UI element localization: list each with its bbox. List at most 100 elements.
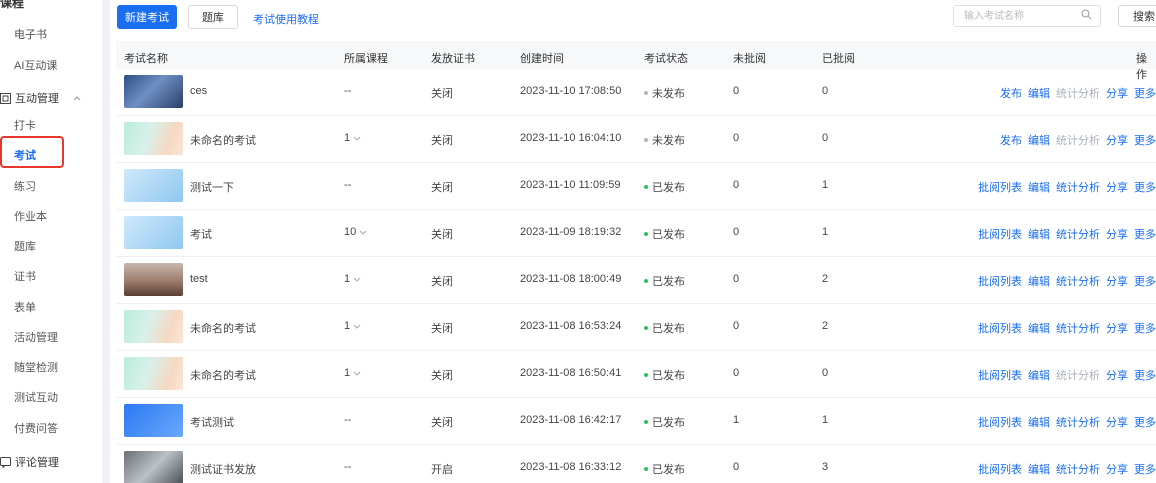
action-link[interactable]: 发布 bbox=[1000, 132, 1022, 148]
sidebar-item-ebook[interactable]: 电子书 bbox=[14, 26, 47, 42]
action-link[interactable]: 发布 bbox=[1000, 85, 1022, 101]
action-link[interactable]: 分享 bbox=[1106, 132, 1128, 148]
sidebar-group-comments[interactable]: 评论管理 bbox=[0, 454, 59, 470]
action-link[interactable]: 统计分析 bbox=[1056, 179, 1100, 195]
action-link[interactable]: 更多 bbox=[1134, 226, 1156, 242]
search-icon[interactable] bbox=[1081, 9, 1092, 23]
exam-name[interactable]: 未命名的考试 bbox=[190, 320, 256, 336]
sidebar-item-form[interactable]: 表单 bbox=[14, 299, 36, 315]
search-input[interactable] bbox=[962, 9, 1078, 23]
action-link[interactable]: 更多 bbox=[1134, 367, 1156, 383]
action-link[interactable]: 编辑 bbox=[1028, 226, 1050, 242]
sidebar-item-activity[interactable]: 活动管理 bbox=[14, 329, 58, 345]
table-row: test 1 关闭 2023-11-08 18:00:49 已发布 0 2 批阅列表 编辑 统计分… bbox=[116, 257, 1156, 304]
action-link[interactable]: 统计分析 bbox=[1056, 461, 1100, 477]
action-link[interactable]: 统计分析 bbox=[1056, 226, 1100, 242]
exam-thumbnail[interactable] bbox=[124, 404, 183, 437]
course-value: -- bbox=[344, 85, 352, 97]
exam-thumbnail[interactable] bbox=[124, 122, 183, 155]
exam-thumbnail[interactable] bbox=[124, 263, 183, 296]
action-link[interactable]: 分享 bbox=[1106, 226, 1128, 242]
action-link[interactable]: 统计分析 bbox=[1056, 320, 1100, 336]
action-link[interactable]: 更多 bbox=[1134, 320, 1156, 336]
action-link[interactable]: 批阅列表 bbox=[978, 273, 1022, 289]
action-link[interactable]: 编辑 bbox=[1028, 273, 1050, 289]
action-link[interactable]: 分享 bbox=[1106, 320, 1128, 336]
course-select[interactable]: 10 bbox=[344, 226, 367, 238]
sidebar-item-certificate[interactable]: 证书 bbox=[14, 268, 36, 284]
action-link[interactable]: 更多 bbox=[1134, 179, 1156, 195]
exam-name[interactable]: 未命名的考试 bbox=[190, 367, 256, 383]
exam-status: 已发布 bbox=[644, 367, 685, 383]
action-link[interactable]: 分享 bbox=[1106, 461, 1128, 477]
exam-name[interactable]: 考试测试 bbox=[190, 414, 234, 430]
certificate-status: 关闭 bbox=[431, 229, 453, 241]
unread-count: 0 bbox=[733, 85, 740, 97]
exam-name[interactable]: 考试 bbox=[190, 226, 212, 242]
exam-name[interactable]: ces bbox=[190, 85, 207, 97]
search-button[interactable]: 搜索 bbox=[1118, 5, 1156, 27]
action-link[interactable]: 更多 bbox=[1134, 461, 1156, 477]
course-select[interactable]: 1 bbox=[344, 132, 361, 144]
action-link[interactable]: 编辑 bbox=[1028, 320, 1050, 336]
action-link[interactable]: 批阅列表 bbox=[978, 226, 1022, 242]
action-link[interactable]: 批阅列表 bbox=[978, 320, 1022, 336]
action-link[interactable]: 分享 bbox=[1106, 273, 1128, 289]
sidebar-group-course[interactable]: 课程 bbox=[0, 0, 24, 11]
action-link[interactable]: 编辑 bbox=[1028, 132, 1050, 148]
sidebar-item-homework[interactable]: 作业本 bbox=[14, 208, 47, 224]
action-link[interactable]: 编辑 bbox=[1028, 85, 1050, 101]
active-item-highlight bbox=[0, 136, 64, 168]
exam-thumbnail[interactable] bbox=[124, 357, 183, 390]
action-link[interactable]: 统计分析 bbox=[1056, 414, 1100, 430]
table-row: 测试一下 -- 关闭 2023-11-10 11:09:59 已发布 0 1 批阅列表 编辑 统计… bbox=[116, 163, 1156, 210]
action-link[interactable]: 更多 bbox=[1134, 132, 1156, 148]
action-link[interactable]: 批阅列表 bbox=[978, 414, 1022, 430]
action-link[interactable]: 分享 bbox=[1106, 367, 1128, 383]
exam-thumbnail[interactable] bbox=[124, 451, 183, 483]
exam-name[interactable]: test bbox=[190, 273, 208, 285]
exam-tutorial-link[interactable]: 考试使用教程 bbox=[253, 11, 319, 27]
action-link[interactable]: 更多 bbox=[1134, 414, 1156, 430]
course-value: 1 bbox=[344, 320, 351, 332]
sidebar-item-checkin[interactable]: 打卡 bbox=[14, 117, 36, 133]
sidebar-item-paid-qa[interactable]: 付费问答 bbox=[14, 420, 58, 436]
course-value: 1 bbox=[344, 273, 351, 285]
action-link[interactable]: 批阅列表 bbox=[978, 179, 1022, 195]
action-link[interactable]: 编辑 bbox=[1028, 461, 1050, 477]
course-select[interactable]: 1 bbox=[344, 367, 361, 379]
action-link[interactable]: 批阅列表 bbox=[978, 461, 1022, 477]
exam-name[interactable]: 未命名的考试 bbox=[190, 132, 256, 148]
exam-name[interactable]: 测试一下 bbox=[190, 179, 234, 195]
action-link[interactable]: 编辑 bbox=[1028, 179, 1050, 195]
status-dot bbox=[644, 232, 648, 236]
action-link[interactable]: 分享 bbox=[1106, 179, 1128, 195]
action-link[interactable]: 更多 bbox=[1134, 85, 1156, 101]
read-count: 2 bbox=[822, 273, 829, 285]
course-select[interactable]: 1 bbox=[344, 273, 361, 285]
course-select[interactable]: 1 bbox=[344, 320, 361, 332]
action-link[interactable]: 分享 bbox=[1106, 414, 1128, 430]
question-bank-button[interactable]: 题库 bbox=[188, 5, 238, 29]
action-link[interactable]: 统计分析 bbox=[1056, 273, 1100, 289]
course-value: 1 bbox=[344, 132, 351, 144]
exam-thumbnail[interactable] bbox=[124, 75, 183, 108]
sidebar-item-practice[interactable]: 练习 bbox=[14, 178, 36, 194]
action-link[interactable]: 编辑 bbox=[1028, 414, 1050, 430]
sidebar-item-ai-course[interactable]: AI互动课 bbox=[14, 57, 57, 73]
sidebar-group-interactive[interactable]: 互动管理 bbox=[0, 90, 81, 106]
sidebar-item-test-interactive[interactable]: 测试互动 bbox=[14, 389, 58, 405]
exam-thumbnail[interactable] bbox=[124, 169, 183, 202]
exam-thumbnail[interactable] bbox=[124, 310, 183, 343]
exam-name[interactable]: 测试证书发放 bbox=[190, 461, 256, 477]
action-link[interactable]: 编辑 bbox=[1028, 367, 1050, 383]
exam-status: 未发布 bbox=[644, 132, 685, 148]
action-link[interactable]: 批阅列表 bbox=[978, 367, 1022, 383]
exam-thumbnail[interactable] bbox=[124, 216, 183, 249]
sidebar-item-quiz[interactable]: 随堂检测 bbox=[14, 359, 58, 375]
header-certificate: 发放证书 bbox=[431, 53, 475, 65]
action-link[interactable]: 分享 bbox=[1106, 85, 1128, 101]
sidebar-item-question-bank[interactable]: 题库 bbox=[14, 238, 36, 254]
action-link[interactable]: 更多 bbox=[1134, 273, 1156, 289]
new-exam-button[interactable]: 新建考试 bbox=[117, 5, 177, 29]
